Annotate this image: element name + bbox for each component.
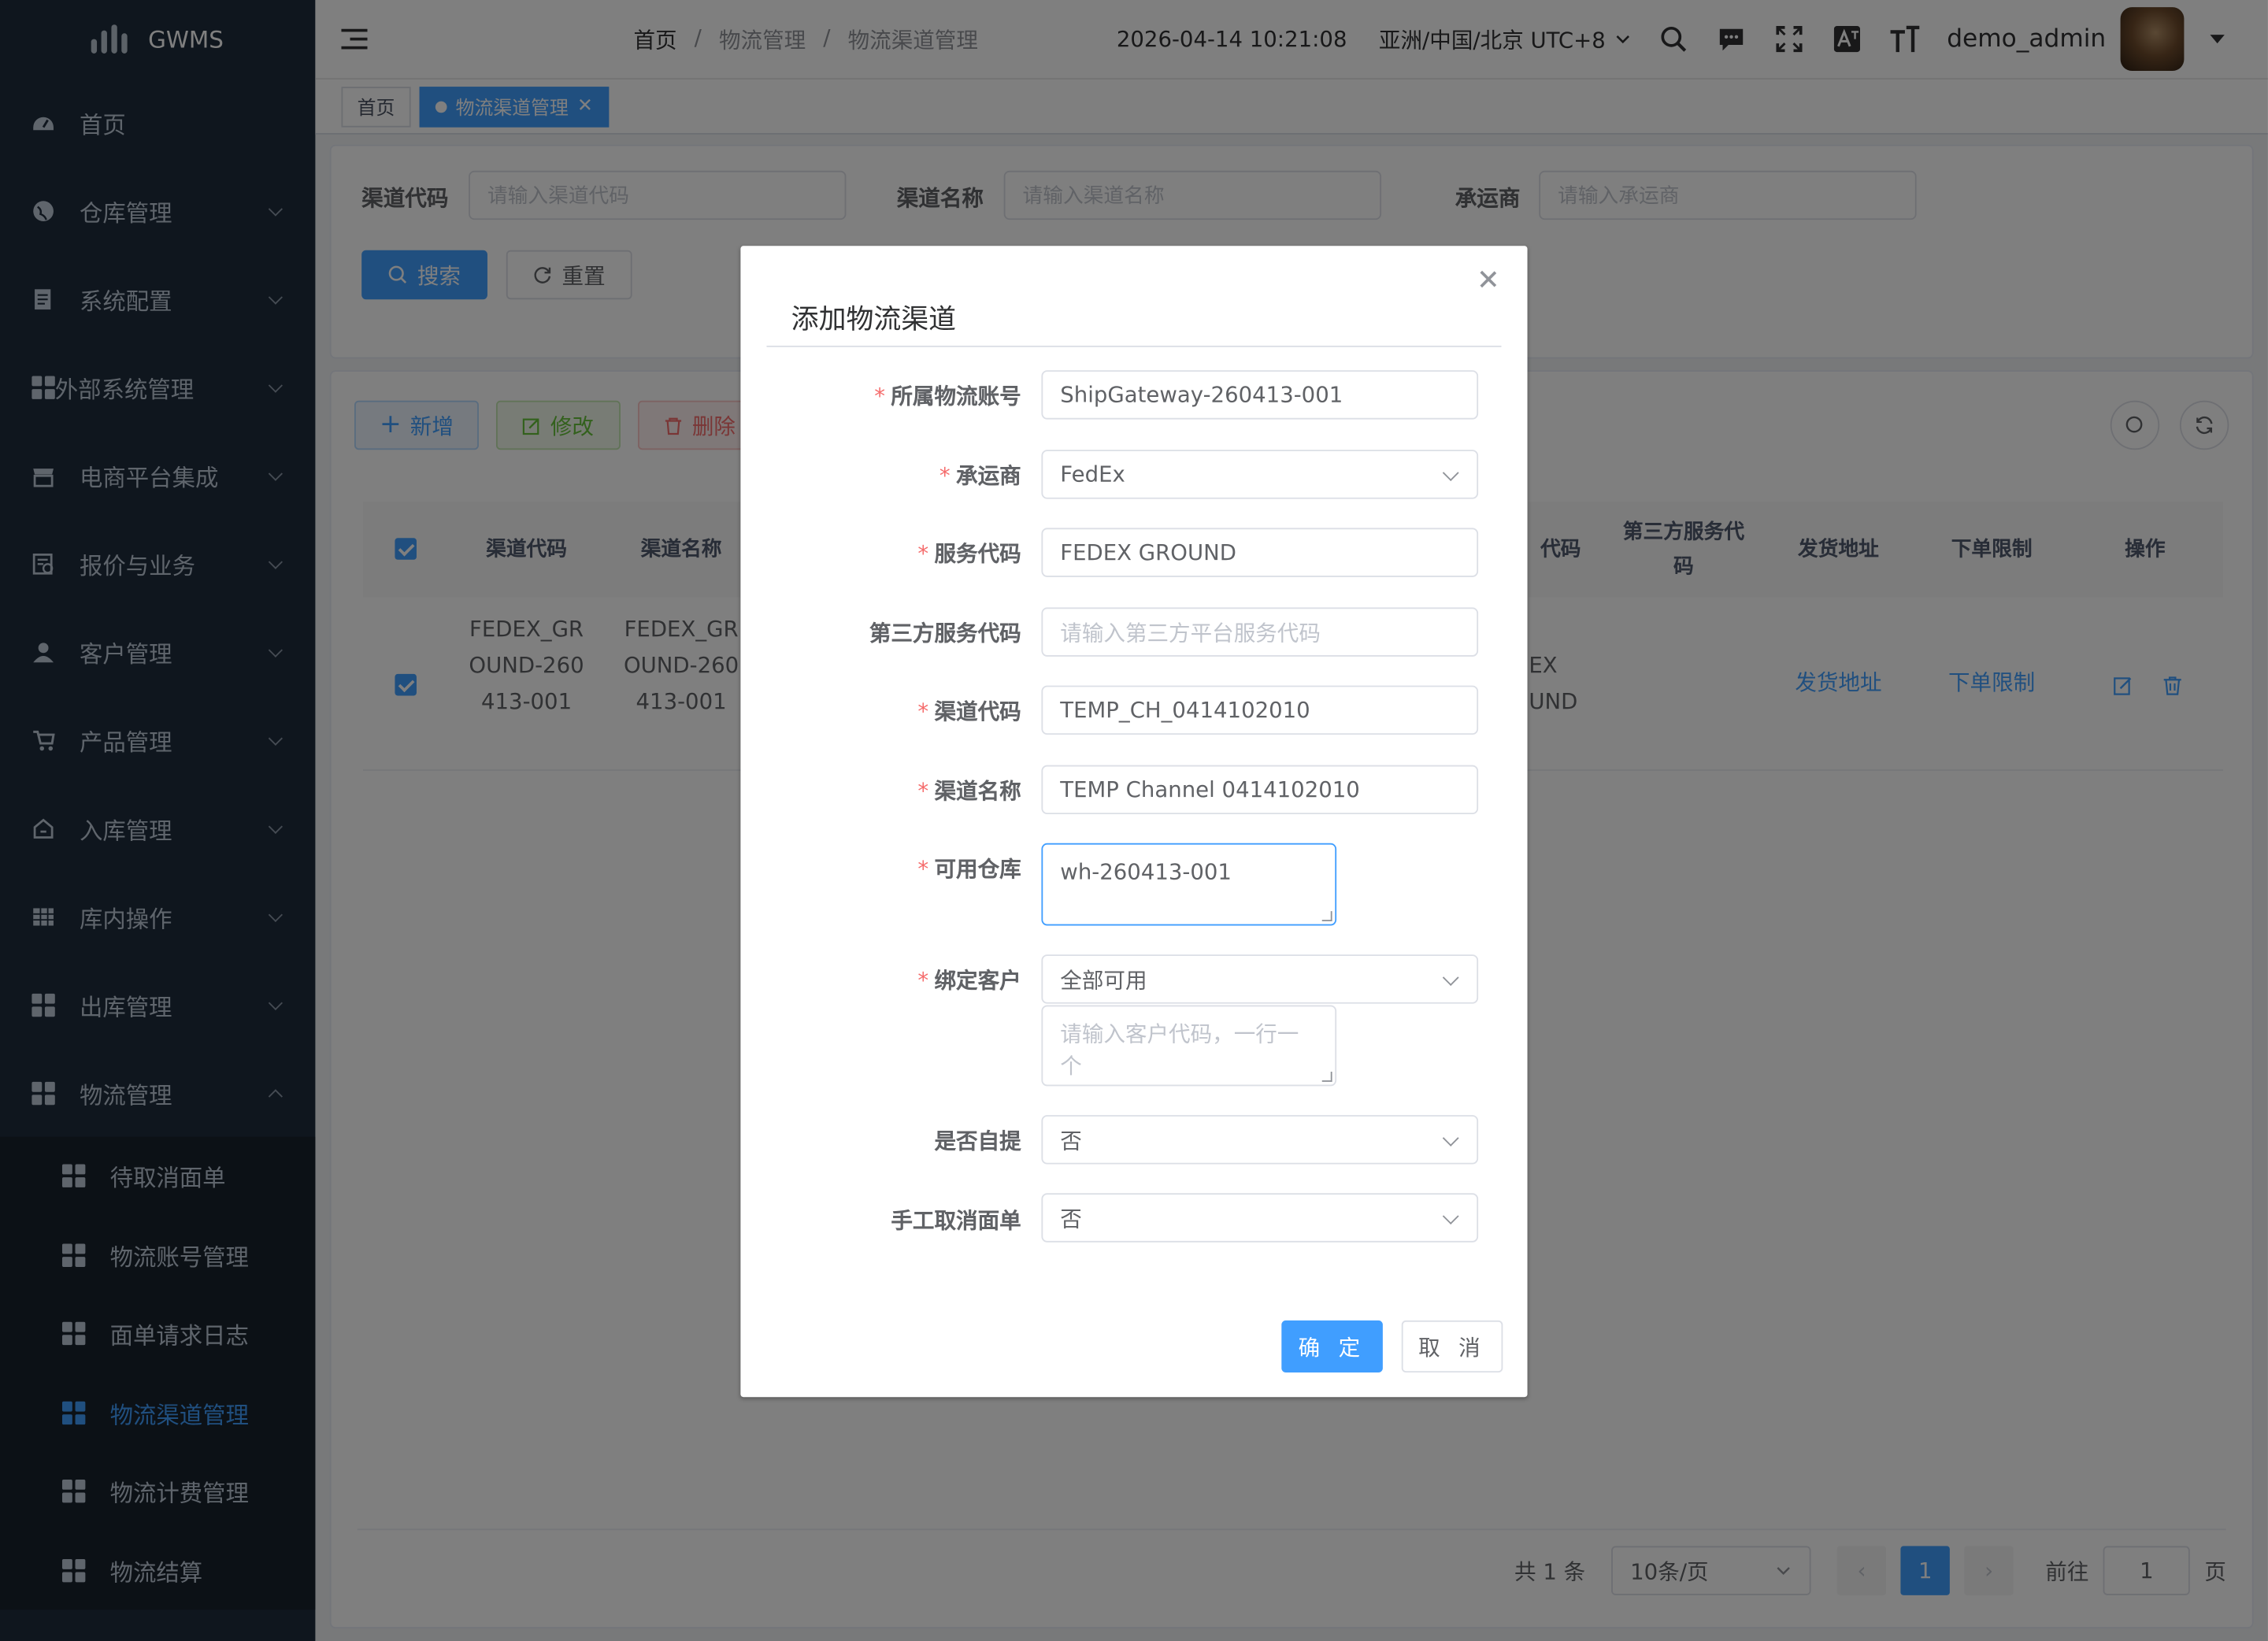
placeholder: 请输入第三方平台服务代码 xyxy=(1060,620,1321,646)
channel-name-label: * 渠道名称 xyxy=(917,778,1021,805)
placeholder: 请输入客户代码，一行一个 xyxy=(1060,1021,1299,1080)
dialog-divider xyxy=(766,345,1502,347)
chevron-down-icon xyxy=(1442,969,1459,986)
confirm-button[interactable]: 确 定 xyxy=(1281,1320,1383,1373)
self-pickup-select[interactable]: 否 xyxy=(1041,1115,1479,1165)
carrier-label: * 承运商 xyxy=(939,462,1021,489)
select-value: 否 xyxy=(1060,1205,1082,1232)
channel-name-input[interactable]: TEMP Channel 0414102010 xyxy=(1041,765,1479,815)
input-value: FEDEX GROUND xyxy=(1060,539,1236,566)
select-value: FedEx xyxy=(1060,461,1125,487)
resize-handle-icon[interactable] xyxy=(1321,911,1332,921)
manual-cancel-select[interactable]: 否 xyxy=(1041,1193,1479,1243)
customer-codes-textarea[interactable]: 请输入客户代码，一行一个 xyxy=(1041,1005,1337,1087)
dialog-title: 添加物流渠道 xyxy=(791,303,957,336)
warehouse-textarea[interactable]: wh-260413-001 xyxy=(1041,843,1337,926)
third-party-code-input[interactable]: 请输入第三方平台服务代码 xyxy=(1041,607,1479,657)
close-icon[interactable] xyxy=(1475,266,1501,292)
chevron-down-icon xyxy=(1442,1208,1459,1225)
select-value: 全部可用 xyxy=(1060,966,1147,993)
textarea-value: wh-260413-001 xyxy=(1060,858,1232,886)
customer-label: * 绑定客户 xyxy=(917,967,1021,994)
input-value: ShipGateway-260413-001 xyxy=(1060,381,1343,408)
third-party-code-label: 第三方服务代码 xyxy=(869,620,1021,647)
add-channel-dialog: 添加物流渠道 * 所属物流账号 ShipGateway-260413-001 * 承… xyxy=(740,246,1528,1398)
chevron-down-icon xyxy=(1442,1130,1459,1146)
channel-code-label: * 渠道代码 xyxy=(917,698,1021,725)
input-value: TEMP_CH_0414102010 xyxy=(1060,697,1310,724)
warehouse-label: * 可用仓库 xyxy=(917,856,1021,883)
customer-select[interactable]: 全部可用 xyxy=(1041,954,1479,1004)
manual-cancel-label: 手工取消面单 xyxy=(891,1207,1021,1234)
cancel-button[interactable]: 取 消 xyxy=(1401,1320,1503,1373)
service-code-input[interactable]: FEDEX GROUND xyxy=(1041,528,1479,577)
account-label: * 所属物流账号 xyxy=(874,383,1021,409)
account-input[interactable]: ShipGateway-260413-001 xyxy=(1041,370,1479,420)
carrier-select[interactable]: FedEx xyxy=(1041,450,1479,499)
service-code-label: * 服务代码 xyxy=(917,540,1021,567)
select-value: 否 xyxy=(1060,1127,1082,1154)
resize-handle-icon[interactable] xyxy=(1321,1071,1332,1082)
chevron-down-icon xyxy=(1442,465,1459,481)
self-pickup-label: 是否自提 xyxy=(934,1128,1021,1154)
input-value: TEMP Channel 0414102010 xyxy=(1060,776,1360,803)
channel-code-input[interactable]: TEMP_CH_0414102010 xyxy=(1041,685,1479,735)
